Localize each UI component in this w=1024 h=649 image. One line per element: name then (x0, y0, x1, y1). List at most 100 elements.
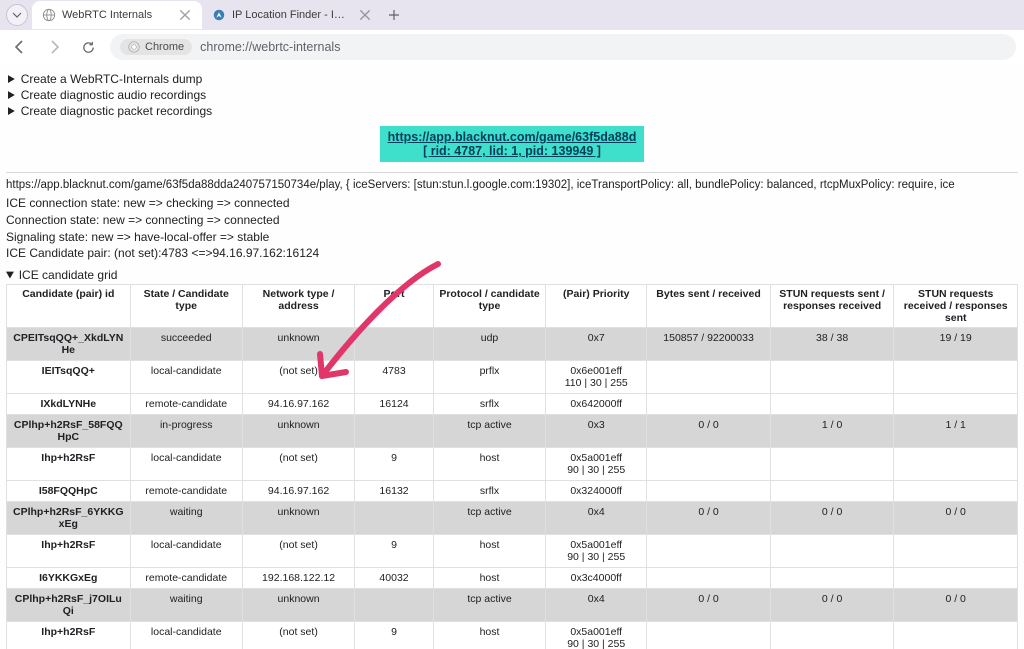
summary-label[interactable]: Create diagnostic audio recordings (6, 88, 1018, 102)
dump-create-webrtc[interactable]: Create a WebRTC-Internals dump (6, 72, 1018, 86)
chevron-down-icon (12, 10, 22, 20)
table-cell: I58FQQHpC (7, 481, 131, 502)
table-cell (647, 394, 771, 415)
table-cell: 0 / 0 (647, 415, 771, 448)
table-cell: unknown (242, 415, 354, 448)
table-cell (355, 328, 434, 361)
table-cell: prflx (433, 361, 545, 394)
table-cell (355, 415, 434, 448)
table-cell: 0x324000ff (546, 481, 647, 502)
table-cell: Ihp+h2RsF (7, 622, 131, 649)
peer-tab-selected[interactable]: https://app.blacknut.com/game/63f5da88d … (380, 126, 645, 162)
close-icon[interactable] (358, 8, 372, 22)
table-cell (894, 448, 1018, 481)
table-cell (770, 448, 894, 481)
table-cell: IEITsqQQ+ (7, 361, 131, 394)
chrome-icon (128, 41, 140, 53)
table-cell (770, 394, 894, 415)
table-row: IXkdLYNHeremote-candidate94.16.97.162161… (7, 394, 1018, 415)
table-cell: host (433, 568, 545, 589)
table-cell (894, 568, 1018, 589)
table-cell: 0x3 (546, 415, 647, 448)
reload-icon (81, 40, 96, 55)
peer-url: https://app.blacknut.com/game/63f5da88d (388, 130, 637, 144)
table-column-header: Port (355, 285, 434, 328)
address-bar[interactable]: Chrome chrome://webrtc-internals (110, 34, 1016, 60)
table-cell: CPlhp+h2RsF_58FQQHpC (7, 415, 131, 448)
tab-strip: WebRTC Internals IP Location Finder - IP… (0, 0, 1024, 30)
table-cell: local-candidate (130, 448, 242, 481)
table-row: I58FQQHpCremote-candidate94.16.97.162161… (7, 481, 1018, 502)
tab-webrtc-internals[interactable]: WebRTC Internals (32, 1, 202, 29)
summary-label[interactable]: Create a WebRTC-Internals dump (6, 72, 1018, 86)
table-cell (894, 361, 1018, 394)
ice-candidate-grid[interactable]: ICE candidate grid Candidate (pair) idSt… (6, 266, 1018, 649)
table-cell (770, 568, 894, 589)
table-cell (894, 481, 1018, 502)
table-cell (894, 394, 1018, 415)
table-cell (355, 589, 434, 622)
globe-icon (42, 8, 56, 22)
table-cell: 9 (355, 535, 434, 568)
table-cell: unknown (242, 589, 354, 622)
tab-label: IP Location Finder - IP Lookup (232, 9, 352, 21)
page-content: Create a WebRTC-Internals dump Create di… (0, 64, 1024, 649)
table-cell: tcp active (433, 502, 545, 535)
browser-toolbar: Chrome chrome://webrtc-internals (0, 30, 1024, 64)
table-cell (355, 502, 434, 535)
table-cell (647, 361, 771, 394)
table-cell: Ihp+h2RsF (7, 448, 131, 481)
table-cell: 19 / 19 (894, 328, 1018, 361)
tab-iplookup[interactable]: IP Location Finder - IP Lookup (202, 1, 382, 29)
summary-label[interactable]: Create diagnostic packet recordings (6, 104, 1018, 118)
ice-grid-summary[interactable]: ICE candidate grid (6, 266, 1018, 284)
back-button[interactable] (8, 35, 32, 59)
table-cell: 0x4 (546, 589, 647, 622)
table-column-header: STUN requests received / responses sent (894, 285, 1018, 328)
dump-packet-recordings[interactable]: Create diagnostic packet recordings (6, 104, 1018, 118)
new-tab-button[interactable] (382, 3, 406, 27)
forward-button[interactable] (42, 35, 66, 59)
dump-audio-recordings[interactable]: Create diagnostic audio recordings (6, 88, 1018, 102)
table-cell (647, 568, 771, 589)
table-cell: local-candidate (130, 535, 242, 568)
connection-state: Connection state: new => connecting => c… (6, 212, 1018, 229)
table-cell: tcp active (433, 415, 545, 448)
table-cell: 0 / 0 (894, 589, 1018, 622)
table-cell: CPlhp+h2RsF_6YKKGxEg (7, 502, 131, 535)
table-cell: 0 / 0 (770, 502, 894, 535)
reload-button[interactable] (76, 35, 100, 59)
table-row: I6YKKGxEgremote-candidate192.168.122.124… (7, 568, 1018, 589)
table-cell: remote-candidate (130, 568, 242, 589)
arrow-left-icon (12, 39, 28, 55)
table-cell: 192.168.122.12 (242, 568, 354, 589)
table-cell: 0x642000ff (546, 394, 647, 415)
table-row: CPlhp+h2RsF_58FQQHpCin-progressunknowntc… (7, 415, 1018, 448)
plus-icon (388, 9, 400, 21)
table-row: IEITsqQQ+local-candidate(not set)4783prf… (7, 361, 1018, 394)
close-icon[interactable] (178, 8, 192, 22)
table-row: Ihp+h2RsFlocal-candidate(not set)9host0x… (7, 622, 1018, 649)
table-cell: 9 (355, 448, 434, 481)
table-cell: CPlhp+h2RsF_j7OILuQi (7, 589, 131, 622)
table-row: CPlhp+h2RsF_j7OILuQiwaitingunknowntcp ac… (7, 589, 1018, 622)
table-cell: 38 / 38 (770, 328, 894, 361)
table-cell: 0 / 0 (770, 589, 894, 622)
arrow-right-icon (46, 39, 62, 55)
table-cell: srflx (433, 481, 545, 502)
table-cell: unknown (242, 328, 354, 361)
table-cell: 1 / 1 (894, 415, 1018, 448)
table-cell: 0x5a001eff90 | 30 | 255 (546, 535, 647, 568)
table-cell: host (433, 622, 545, 649)
tab-search-button[interactable] (6, 4, 28, 26)
ice-candidate-pair: ICE Candidate pair: (not set):4783 <=>94… (6, 245, 1018, 262)
table-header-row: Candidate (pair) idState / Candidate typ… (7, 285, 1018, 328)
table-cell: local-candidate (130, 622, 242, 649)
table-cell (647, 448, 771, 481)
table-cell (770, 481, 894, 502)
table-cell: host (433, 448, 545, 481)
table-cell: I6YKKGxEg (7, 568, 131, 589)
table-cell: 150857 / 92200033 (647, 328, 771, 361)
config-line: https://app.blacknut.com/game/63f5da88dd… (6, 172, 1018, 191)
table-body: CPEITsqQQ+_XkdLYNHesucceededunknownudp0x… (7, 328, 1018, 649)
